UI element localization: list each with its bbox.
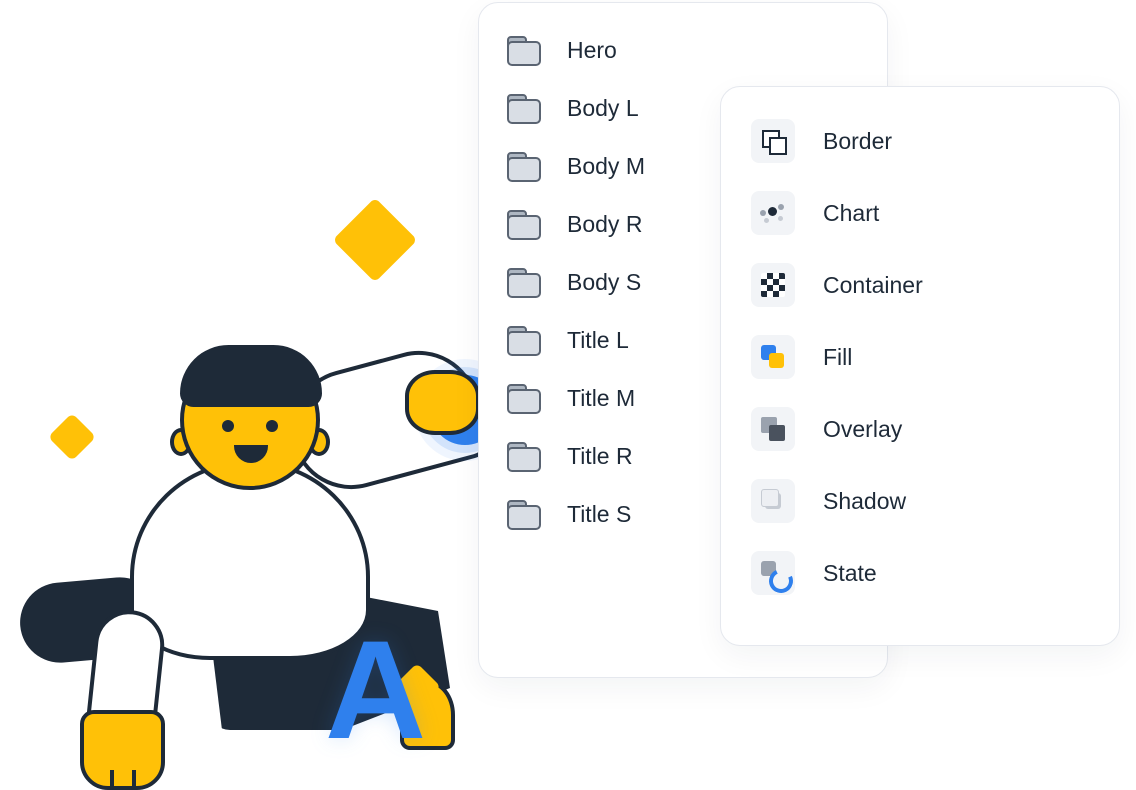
style-label: Overlay xyxy=(823,416,902,443)
person-illustration: A xyxy=(30,280,470,700)
folder-item-hero[interactable]: Hero xyxy=(499,21,863,79)
overlay-icon xyxy=(751,407,795,451)
folder-label: Title S xyxy=(567,501,631,528)
folder-label: Hero xyxy=(567,37,617,64)
style-item-state[interactable]: State xyxy=(741,537,1095,609)
container-icon xyxy=(751,263,795,307)
style-label: Border xyxy=(823,128,892,155)
folder-icon xyxy=(507,326,541,354)
diamond-decoration xyxy=(333,198,418,283)
style-label: Fill xyxy=(823,344,852,371)
folder-label: Body M xyxy=(567,153,645,180)
style-label: State xyxy=(823,560,877,587)
style-item-overlay[interactable]: Overlay xyxy=(741,393,1095,465)
hair-shape xyxy=(180,345,322,407)
folder-label: Title L xyxy=(567,327,629,354)
folder-icon xyxy=(507,500,541,528)
border-icon xyxy=(751,119,795,163)
fill-icon xyxy=(751,335,795,379)
folder-icon xyxy=(507,152,541,180)
style-item-border[interactable]: Border xyxy=(741,105,1095,177)
shadow-icon xyxy=(751,479,795,523)
folder-label: Body L xyxy=(567,95,639,122)
folder-label: Body S xyxy=(567,269,641,296)
design-tokens-panel: Border Chart Container Fill Overlay Shad… xyxy=(720,86,1120,646)
folder-icon xyxy=(507,94,541,122)
folder-label: Title R xyxy=(567,443,633,470)
folder-icon xyxy=(507,384,541,412)
folder-icon xyxy=(507,36,541,64)
folder-icon xyxy=(507,210,541,238)
state-icon xyxy=(751,551,795,595)
illustration: A xyxy=(10,160,490,680)
style-label: Chart xyxy=(823,200,879,227)
style-item-shadow[interactable]: Shadow xyxy=(741,465,1095,537)
letter-a-graphic: A xyxy=(325,620,420,760)
style-item-chart[interactable]: Chart xyxy=(741,177,1095,249)
folder-label: Title M xyxy=(567,385,635,412)
eye-shape xyxy=(222,420,234,432)
folder-icon xyxy=(507,442,541,470)
stage: A Hero Body L Body M Body R Body S Title… xyxy=(0,0,1136,692)
hand-shape xyxy=(80,710,165,790)
eye-shape xyxy=(266,420,278,432)
style-label: Container xyxy=(823,272,923,299)
chart-icon xyxy=(751,191,795,235)
hand-shape xyxy=(405,370,480,435)
folder-icon xyxy=(507,268,541,296)
style-item-fill[interactable]: Fill xyxy=(741,321,1095,393)
style-item-container[interactable]: Container xyxy=(741,249,1095,321)
style-label: Shadow xyxy=(823,488,906,515)
folder-label: Body R xyxy=(567,211,642,238)
